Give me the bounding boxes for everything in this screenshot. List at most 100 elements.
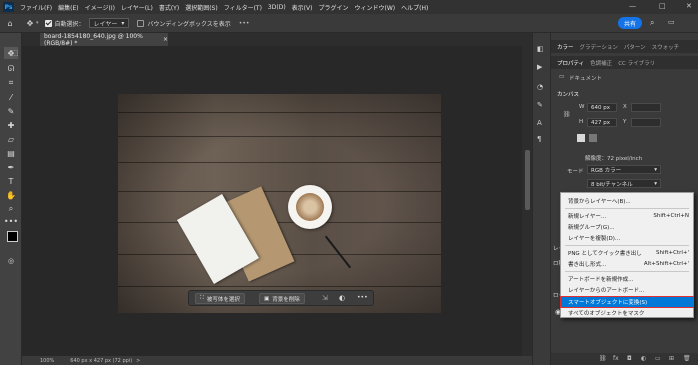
eyedropper-icon[interactable]: ⁄ [4, 91, 18, 103]
type-tool-icon[interactable]: T [4, 175, 18, 187]
chevron-down-icon[interactable]: ▾ [36, 20, 39, 26]
tab-swatches[interactable]: スウォッチ [652, 43, 680, 51]
subject-icon: ⛶ [200, 295, 204, 301]
zoom-level[interactable]: 100% [40, 358, 54, 364]
menu-select[interactable]: 選択範囲(S) [185, 3, 218, 12]
layers-footer: ⛓ fx ◘ ◐ ▭ ⊞ 🗑 [551, 353, 698, 365]
new-layer-icon[interactable]: ⊞ [669, 355, 674, 362]
folder-icon[interactable]: ▭ [655, 355, 661, 362]
adjust-icon[interactable]: ◐ [339, 294, 345, 302]
auto-select-checkbox[interactable] [44, 19, 52, 27]
adjustment-layer-icon[interactable]: ◐ [641, 355, 646, 362]
zoom-icon[interactable]: ⌕ [4, 203, 18, 215]
brush-icon[interactable]: ✎ [4, 105, 18, 117]
mask-icon[interactable]: ◘ [627, 355, 632, 362]
document-icon: ▭ [559, 74, 565, 80]
x-field[interactable] [631, 103, 661, 112]
menu-item-quick-export-png[interactable]: PNG としてクイック書き出し Shift+Ctrl+' [561, 248, 693, 258]
trash-icon[interactable]: 🗑 [683, 355, 691, 362]
gradient-icon[interactable]: ▤ [4, 147, 18, 159]
close-tab-icon[interactable]: × [163, 36, 168, 43]
menu-item-new-layer[interactable]: 新規レイヤー... Shift+Ctrl+N [561, 211, 693, 221]
more-options-button[interactable]: ••• [239, 20, 250, 27]
bit-depth-select[interactable]: 8 bit/チャンネル ▾ [587, 179, 661, 188]
pen-icon[interactable]: ✒ [4, 161, 18, 173]
canvas-section-title[interactable]: カンバス [557, 90, 579, 98]
tab-properties[interactable]: プロパティ [557, 59, 584, 67]
tab-color[interactable]: カラー [557, 43, 574, 51]
lasso-icon[interactable]: ᘏ [4, 63, 18, 75]
search-icon[interactable]: ⌕ [650, 18, 660, 28]
chevron-down-icon: ▾ [654, 166, 657, 173]
status-menu-arrow[interactable]: > [136, 358, 140, 364]
menu-layer[interactable]: レイヤー(L) [121, 3, 153, 12]
eraser-icon[interactable]: ▱ [4, 133, 18, 145]
menu-bar: Ps ファイル(F) 編集(E) イメージ(I) レイヤー(L) 書式(Y) 選… [0, 0, 698, 14]
tab-adjustments[interactable]: 色調補正 [590, 59, 612, 67]
properties-panel-icon[interactable]: ▶ [537, 63, 542, 71]
menu-help[interactable]: ヘルプ(H) [401, 3, 428, 12]
color-panel-tabs: カラー グラデーション パターン スウォッチ [551, 40, 698, 53]
menu-item-mask-all-objects[interactable]: すべてのオブジェクトをマスク [561, 308, 693, 318]
link-layers-icon[interactable]: ⛓ [599, 355, 607, 362]
menu-edit[interactable]: 編集(E) [58, 3, 78, 12]
menu-window[interactable]: ウィンドウ(W) [354, 3, 395, 12]
more-tools-icon[interactable]: ••• [4, 215, 18, 227]
menu-plugins[interactable]: プラグイン [318, 3, 348, 12]
menu-file[interactable]: ファイル(F) [20, 3, 52, 12]
landscape-icon[interactable] [589, 134, 597, 142]
bbox-checkbox[interactable] [137, 19, 145, 27]
menu-item-convert-to-smart-object[interactable]: スマートオブジェクトに変換(S) [560, 296, 694, 308]
healing-icon[interactable]: ✚ [4, 119, 18, 131]
menu-type[interactable]: 書式(Y) [159, 3, 179, 12]
scroll-thumb[interactable] [525, 150, 530, 210]
menu-item-artboard-from-layers[interactable]: レイヤーからのアートボード... [561, 285, 693, 295]
minimize-button[interactable]: — [629, 2, 636, 10]
brush-panel-icon[interactable]: ✎ [537, 101, 543, 109]
menu-image[interactable]: イメージ(I) [85, 3, 115, 12]
crop-icon[interactable]: ⌗ [4, 77, 18, 89]
menu-3d[interactable]: 3D(D) [268, 4, 286, 11]
more-button[interactable]: ••• [357, 294, 368, 301]
fx-icon[interactable]: fx [613, 355, 619, 362]
tab-pattern[interactable]: パターン [624, 43, 646, 51]
share-button[interactable]: 共有 [618, 17, 642, 29]
document-image[interactable] [118, 94, 441, 313]
foreground-color-swatch[interactable] [7, 231, 18, 242]
menu-item-label: レイヤーを複製(D)... [568, 236, 621, 242]
options-bar: ⌂ ✥ ▾ 自動選択： レイヤー ▾ バウンディングボックスを表示 ••• [0, 14, 698, 33]
menu-item-export-as[interactable]: 書き出し形式... Alt+Shift+Ctrl+' [561, 259, 693, 269]
menu-view[interactable]: 表示(V) [292, 3, 313, 12]
mode-select[interactable]: RGB カラー ▾ [587, 165, 661, 174]
menu-item-duplicate-layer[interactable]: レイヤーを複製(D)... [561, 233, 693, 243]
menu-item-background-to-layer[interactable]: 背景からレイヤーへ(B)... [561, 196, 693, 206]
height-field[interactable]: 427 px [587, 118, 617, 127]
select-subject-button[interactable]: ⛶ 被写体を選択 [195, 293, 245, 304]
remove-background-button[interactable]: ▣ 背景を削除 [259, 293, 305, 304]
menu-item-new-artboard[interactable]: アートボードを新規作成... [561, 274, 693, 284]
history-icon[interactable]: ◔ [537, 83, 543, 91]
paragraph-icon[interactable]: ¶ [537, 135, 541, 143]
layer-select[interactable]: レイヤー ▾ [88, 18, 130, 28]
hand-icon[interactable]: ✋ [4, 189, 18, 201]
tab-cc-libraries[interactable]: CC ライブラリ [618, 59, 655, 67]
link-icon[interactable]: ⛓ [563, 111, 571, 118]
tab-gradient[interactable]: グラデーション [580, 43, 618, 51]
close-window-button[interactable]: ✕ [686, 2, 692, 10]
crop-ratio-icon[interactable]: ⇲ [322, 294, 328, 302]
portrait-icon[interactable] [577, 134, 585, 142]
menu-item-new-group[interactable]: 新規グループ(G)... [561, 222, 693, 232]
maximize-button[interactable]: □ [659, 2, 666, 10]
workspace-icon[interactable]: ▭ [668, 18, 678, 28]
width-field[interactable]: 640 px [587, 103, 617, 112]
chevron-down-icon: ▾ [654, 180, 657, 187]
y-field[interactable] [631, 118, 661, 127]
color-panel-icon[interactable]: ◧ [537, 45, 544, 53]
move-tool-icon[interactable]: ✥ [24, 17, 36, 29]
menu-filter[interactable]: フィルター(T) [224, 3, 262, 12]
artboard-tool-icon[interactable]: ⬚ [10, 47, 20, 59]
home-icon[interactable]: ⌂ [4, 17, 16, 29]
character-icon[interactable]: A [537, 119, 542, 127]
quick-mask-icon[interactable]: ◎ [4, 255, 18, 267]
document-tab[interactable]: board-1854180_640.jpg @ 100% (RGB/8#) * … [40, 33, 168, 47]
